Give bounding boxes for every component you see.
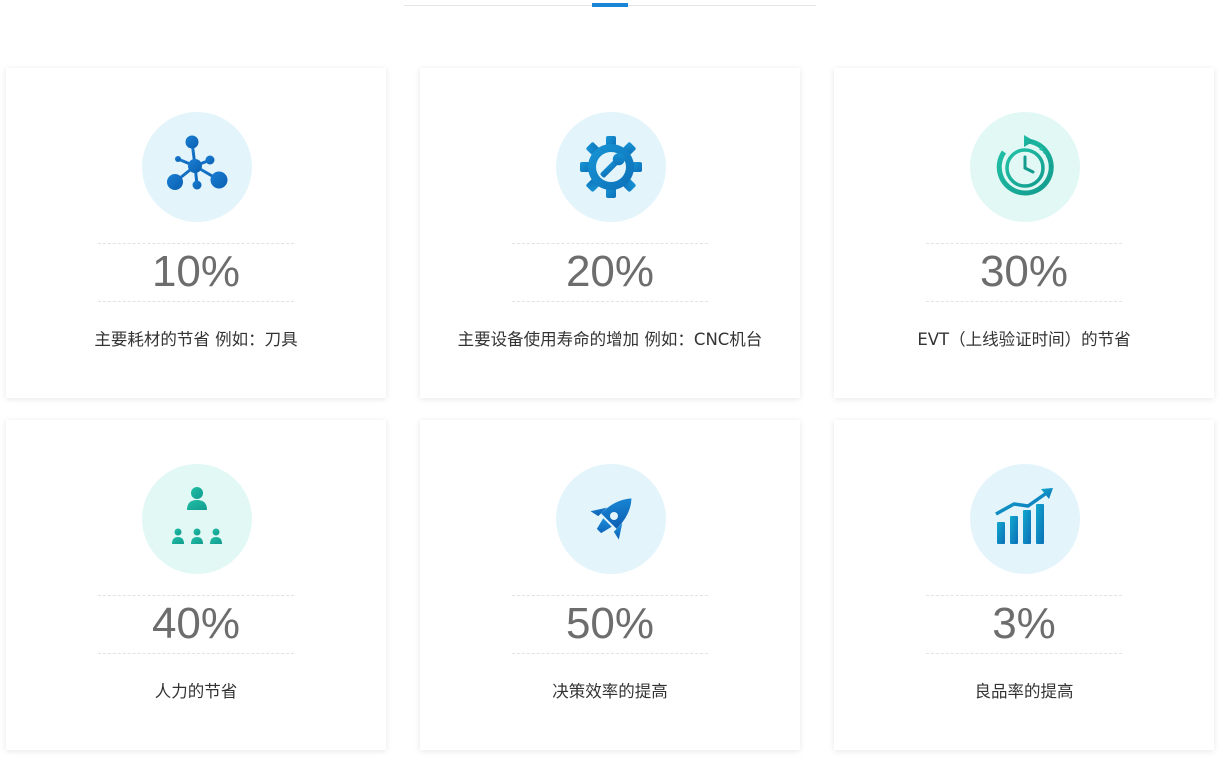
icon-badge (556, 112, 666, 222)
icon-badge (142, 112, 252, 222)
divider-bottom (926, 653, 1122, 654)
stat-value: 20% (565, 247, 655, 296)
section-divider-accent (592, 3, 628, 7)
divider-bottom (926, 301, 1122, 302)
network-nodes-icon (167, 135, 228, 190)
icon-badge (970, 464, 1080, 574)
stat-label: 良品率的提高 (974, 682, 1074, 701)
divider-top (512, 243, 708, 244)
stat-value: 30% (979, 247, 1069, 296)
stat-value: 10% (151, 247, 241, 296)
stat-label: 决策效率的提高 (552, 682, 668, 701)
stat-card-evt: 30% EVT（上线验证时间）的节省 (834, 68, 1214, 398)
org-chart-icon (172, 487, 222, 544)
divider-top (512, 595, 708, 596)
stat-value: 40% (151, 599, 241, 648)
stat-value: 3% (992, 599, 1056, 648)
divider-top (926, 243, 1122, 244)
stat-card-equipment-life: 20% 主要设备使用寿命的增加 例如：CNC机台 (420, 68, 800, 398)
stat-label: 主要耗材的节省 例如：刀具 (94, 330, 298, 349)
icon-badge (970, 112, 1080, 222)
divider-bottom (512, 301, 708, 302)
stat-label: 主要设备使用寿命的增加 例如：CNC机台 (457, 330, 763, 349)
stat-card-consumables: 10% 主要耗材的节省 例如：刀具 (6, 68, 386, 398)
divider-bottom (512, 653, 708, 654)
rocket-icon (590, 498, 632, 540)
stat-value: 50% (565, 599, 655, 648)
divider-bottom (98, 301, 294, 302)
clock-refresh-icon (996, 135, 1054, 196)
icon-badge (142, 464, 252, 574)
divider-top (926, 595, 1122, 596)
stat-label: EVT（上线验证时间）的节省 (917, 330, 1131, 349)
icon-badge (556, 464, 666, 574)
stat-card-decision: 50% 决策效率的提高 (420, 420, 800, 750)
stat-card-labor: 40% 人力的节省 (6, 420, 386, 750)
gear-wrench-icon (580, 136, 642, 198)
growth-bar-chart-icon (995, 488, 1053, 544)
stat-card-yield: 3% 良品率的提高 (834, 420, 1214, 750)
divider-bottom (98, 653, 294, 654)
divider-top (98, 243, 294, 244)
stat-label: 人力的节省 (154, 682, 238, 701)
divider-top (98, 595, 294, 596)
